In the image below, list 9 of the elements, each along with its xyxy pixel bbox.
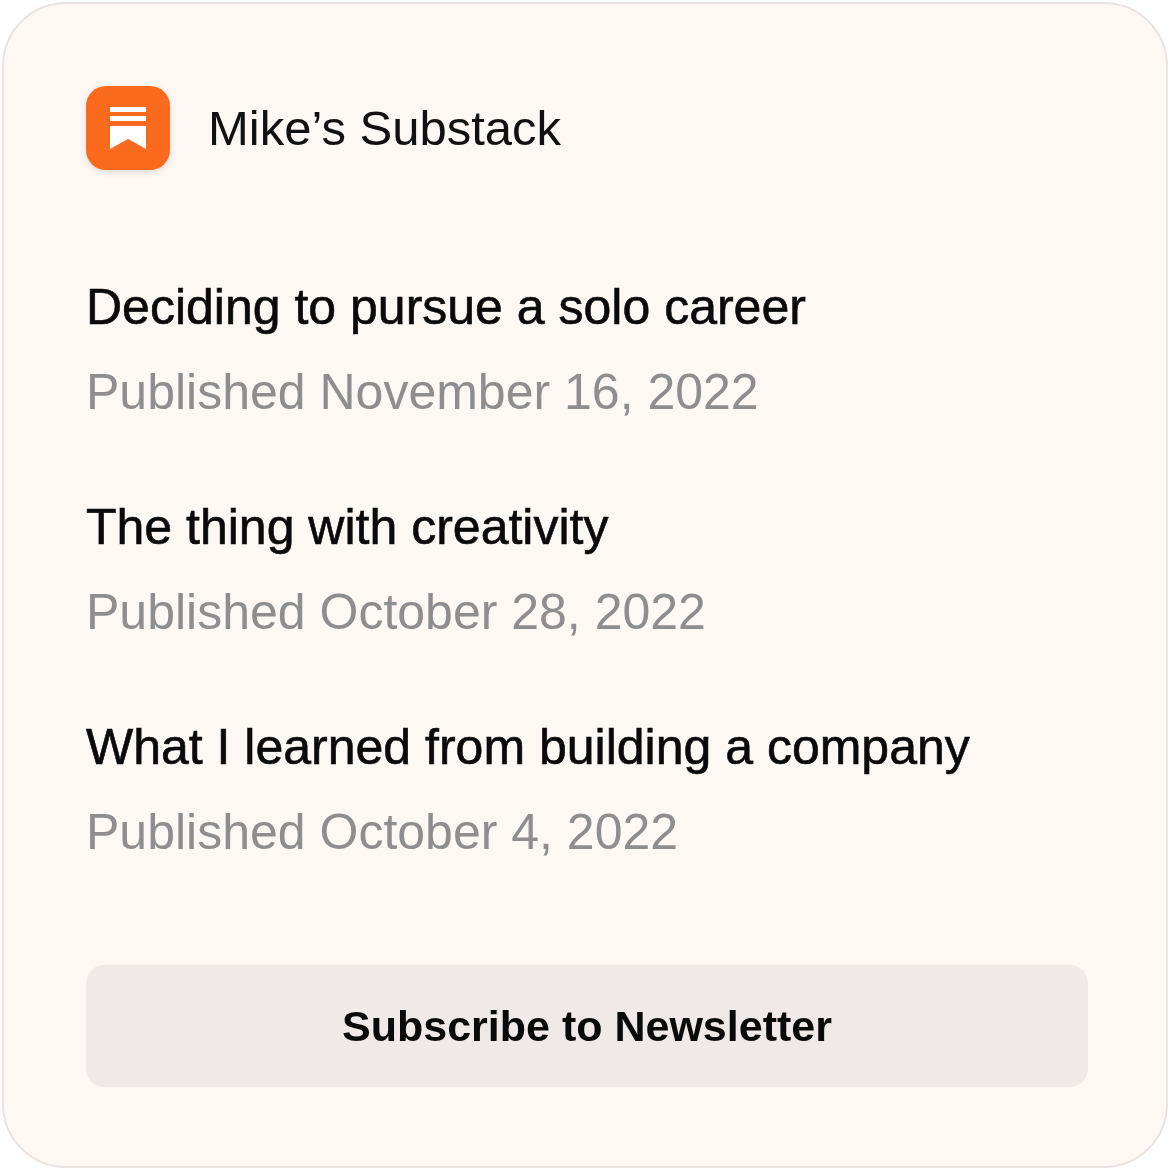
- post-title-link[interactable]: What I learned from building a company: [86, 717, 970, 777]
- post-title-link[interactable]: The thing with creativity: [86, 497, 609, 557]
- newsletter-title: Mike’s Substack: [208, 100, 562, 157]
- publish-date: Published November 16, 2022: [86, 363, 759, 422]
- post-title-link[interactable]: Deciding to pursue a solo career: [86, 277, 806, 337]
- bookmark-logo-icon: [86, 86, 170, 170]
- publish-date: Published October 28, 2022: [86, 583, 706, 642]
- subscribe-button[interactable]: Subscribe to Newsletter: [86, 965, 1088, 1087]
- publish-date: Published October 4, 2022: [86, 803, 679, 862]
